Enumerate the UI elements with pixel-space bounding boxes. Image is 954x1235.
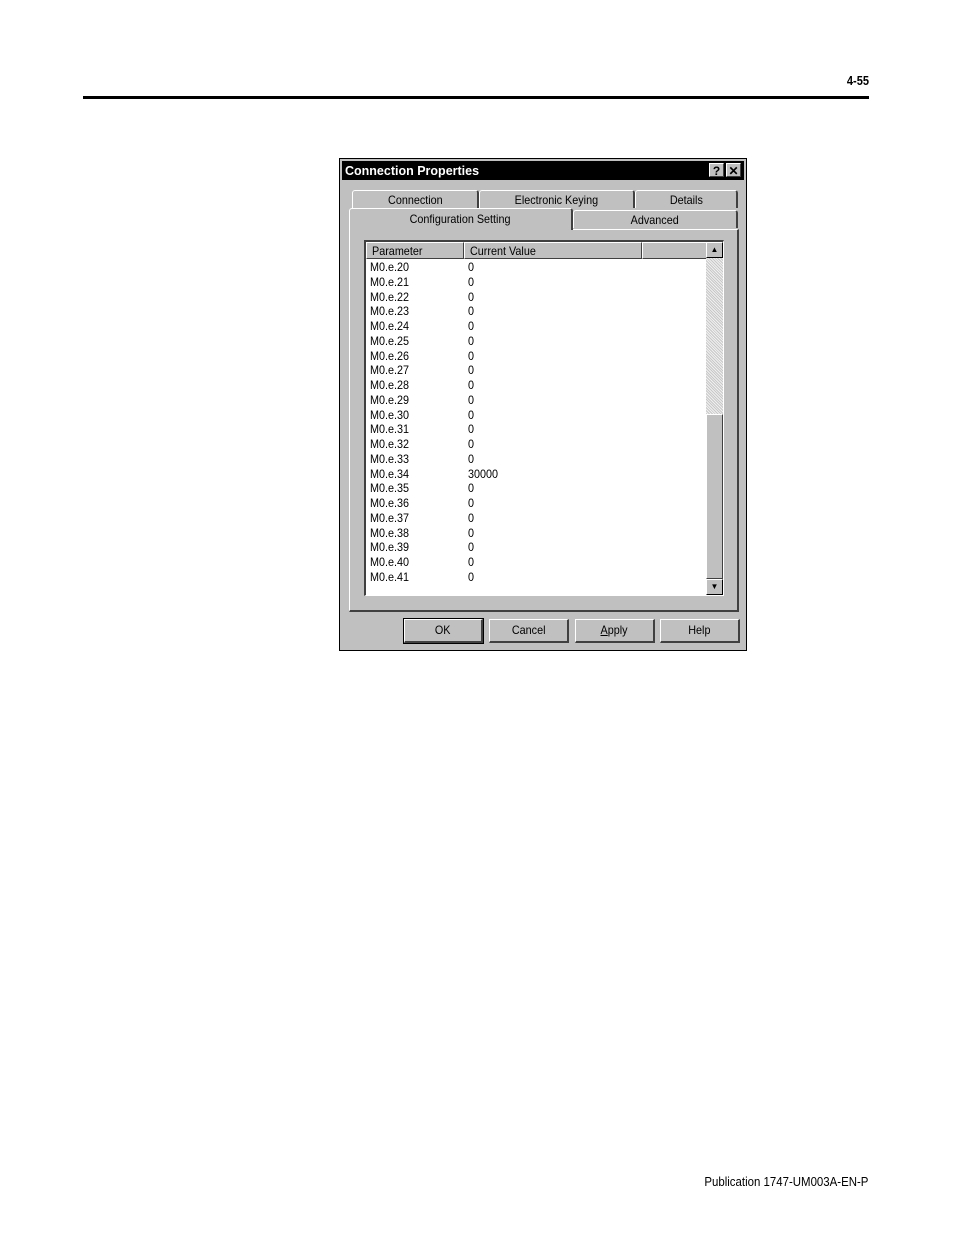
list-row[interactable]: M0.e.32 0 bbox=[366, 437, 706, 452]
list-row[interactable]: M0.e.26 0 bbox=[366, 349, 706, 364]
title-bar: Connection Properties ? ✕ bbox=[342, 161, 744, 180]
value-cell: 0 bbox=[468, 378, 475, 392]
parameter-cell: M0.e.35 bbox=[370, 481, 410, 496]
list-row[interactable]: M0.e.20 0 bbox=[366, 260, 706, 275]
value-cell: 0 bbox=[468, 363, 475, 378]
list-row[interactable]: M0.e.25 0 bbox=[366, 334, 706, 349]
parameter-cell: M0.e.25 bbox=[370, 333, 410, 348]
help-title-button[interactable]: ? bbox=[709, 163, 724, 178]
header-rule bbox=[83, 96, 869, 99]
parameter-cell: M0.e.21 bbox=[370, 274, 410, 289]
arrow-down-icon: ▼ bbox=[710, 582, 719, 591]
value-cell: 0 bbox=[468, 407, 475, 422]
scroll-up-button[interactable]: ▲ bbox=[706, 242, 723, 258]
parameter-cell: M0.e.31 bbox=[370, 422, 410, 437]
apply-button[interactable]: Apply bbox=[575, 619, 655, 643]
dialog-title: Connection Properties bbox=[345, 163, 480, 178]
tab-connection[interactable]: Connection bbox=[352, 190, 479, 208]
list-row[interactable]: M0.e.39 0 bbox=[366, 540, 706, 555]
tab-details[interactable]: Details bbox=[635, 190, 738, 208]
parameter-cell: M0.e.27 bbox=[370, 363, 410, 378]
column-header-current-value[interactable]: Current Value bbox=[464, 242, 642, 259]
value-cell: 0 bbox=[468, 348, 475, 363]
list-row[interactable]: M0.e.37 0 bbox=[366, 511, 706, 526]
parameter-cell: M0.e.30 bbox=[370, 407, 410, 422]
page-number: 4-55 bbox=[846, 73, 869, 88]
parameter-cell: M0.e.29 bbox=[370, 392, 410, 407]
tab-electronic-keying[interactable]: Electronic Keying bbox=[479, 190, 635, 208]
vertical-scrollbar[interactable]: ▲ ▼ bbox=[706, 242, 723, 595]
column-header-blank[interactable] bbox=[642, 242, 707, 259]
value-cell: 0 bbox=[468, 569, 475, 584]
parameter-cell: M0.e.33 bbox=[370, 451, 410, 466]
list-row[interactable]: M0.e.31 0 bbox=[366, 422, 706, 437]
value-cell: 0 bbox=[468, 392, 475, 407]
parameter-cell: M0.e.37 bbox=[370, 510, 410, 525]
value-cell: 0 bbox=[468, 422, 475, 437]
value-cell: 0 bbox=[468, 260, 475, 274]
list-row[interactable]: M0.e.23 0 bbox=[366, 304, 706, 319]
parameter-cell: M0.e.36 bbox=[370, 496, 410, 510]
question-icon: ? bbox=[712, 164, 721, 178]
scroll-down-button[interactable]: ▼ bbox=[706, 579, 723, 595]
cancel-button[interactable]: Cancel bbox=[489, 619, 569, 643]
value-cell: 0 bbox=[468, 510, 475, 525]
close-button[interactable]: ✕ bbox=[726, 163, 741, 178]
column-header-parameter[interactable]: Parameter bbox=[366, 242, 464, 259]
list-row[interactable]: M0.e.29 0 bbox=[366, 393, 706, 408]
parameter-cell: M0.e.38 bbox=[370, 525, 410, 540]
parameter-cell: M0.e.34 bbox=[370, 466, 410, 481]
ok-button[interactable]: OK bbox=[403, 618, 484, 644]
list-row[interactable]: M0.e.27 0 bbox=[366, 363, 706, 378]
list-row[interactable]: M0.e.34 30000 bbox=[366, 467, 706, 482]
help-button[interactable]: Help bbox=[660, 619, 740, 643]
parameter-cell: M0.e.20 bbox=[370, 260, 410, 274]
list-row[interactable]: M0.e.22 0 bbox=[366, 290, 706, 305]
configuration-panel: Parameter Current Value M0.e.20 0 M0.e.21 0… bbox=[349, 229, 739, 612]
value-cell: 0 bbox=[468, 274, 475, 289]
parameter-cell: M0.e.24 bbox=[370, 319, 410, 333]
value-cell: 0 bbox=[468, 333, 475, 348]
list-header: Parameter Current Value bbox=[366, 242, 707, 259]
parameter-cell: M0.e.23 bbox=[370, 304, 410, 319]
list-row[interactable]: M0.e.33 0 bbox=[366, 452, 706, 467]
value-cell: 0 bbox=[468, 451, 475, 466]
value-cell: 0 bbox=[468, 319, 475, 333]
list-row[interactable]: M0.e.21 0 bbox=[366, 275, 706, 290]
value-cell: 0 bbox=[468, 525, 475, 540]
parameter-cell: M0.e.41 bbox=[370, 569, 410, 584]
list-row[interactable]: M0.e.40 0 bbox=[366, 555, 706, 570]
value-cell: 30000 bbox=[468, 466, 499, 481]
list-row[interactable]: M0.e.28 0 bbox=[366, 378, 706, 393]
connection-properties-dialog: Connection Properties ? ✕ Connection Ele… bbox=[339, 158, 747, 651]
value-cell: 0 bbox=[468, 481, 475, 496]
list-row[interactable]: M0.e.24 0 bbox=[366, 319, 706, 334]
parameter-cell: M0.e.22 bbox=[370, 289, 410, 304]
list-row[interactable]: M0.e.41 0 bbox=[366, 570, 706, 585]
parameter-cell: M0.e.39 bbox=[370, 540, 410, 555]
tab-advanced[interactable]: Advanced bbox=[573, 210, 738, 228]
value-cell: 0 bbox=[468, 289, 475, 304]
list-rows: M0.e.20 0 M0.e.21 0 M0.e.22 0 M0.e.23 0 M0.e.24 0… bbox=[366, 260, 706, 585]
tab-configuration-setting[interactable]: Configuration Setting bbox=[349, 208, 573, 230]
value-cell: 0 bbox=[468, 496, 475, 510]
publication-footer: Publication 1747-UM003A-EN-P bbox=[703, 1174, 868, 1189]
parameter-cell: M0.e.32 bbox=[370, 437, 410, 451]
parameter-list[interactable]: Parameter Current Value M0.e.20 0 M0.e.21 0… bbox=[364, 240, 724, 596]
parameter-cell: M0.e.26 bbox=[370, 348, 410, 363]
value-cell: 0 bbox=[468, 437, 475, 451]
parameter-cell: M0.e.40 bbox=[370, 555, 410, 569]
list-row[interactable]: M0.e.35 0 bbox=[366, 481, 706, 496]
scroll-thumb[interactable] bbox=[706, 414, 723, 579]
value-cell: 0 bbox=[468, 304, 475, 319]
list-row[interactable]: M0.e.36 0 bbox=[366, 496, 706, 511]
value-cell: 0 bbox=[468, 555, 475, 569]
close-icon: ✕ bbox=[728, 164, 739, 178]
list-row[interactable]: M0.e.38 0 bbox=[366, 526, 706, 541]
value-cell: 0 bbox=[468, 540, 475, 555]
list-row[interactable]: M0.e.30 0 bbox=[366, 408, 706, 423]
arrow-up-icon: ▲ bbox=[710, 245, 719, 254]
parameter-cell: M0.e.28 bbox=[370, 378, 410, 392]
